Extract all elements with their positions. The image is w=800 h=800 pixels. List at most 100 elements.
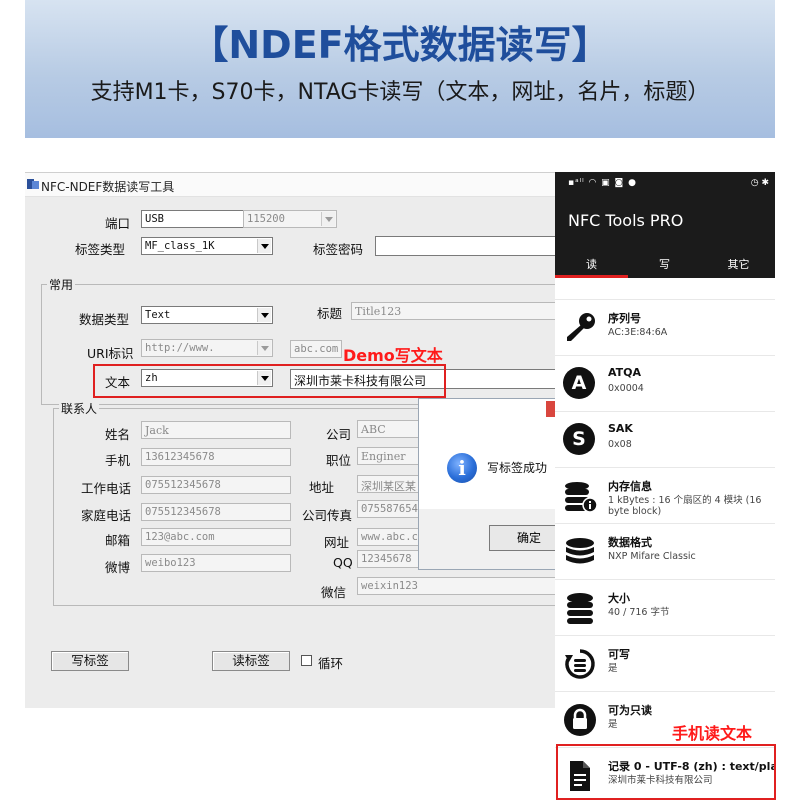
row-title: SAK (608, 422, 633, 435)
row-value: 1 kBytes : 16 个扇区的 4 模块 (16 byte block) (608, 495, 762, 517)
wechat-input[interactable]: weixin123 (357, 577, 565, 595)
data-type-label: 数据类型 (79, 312, 130, 327)
list-item-sak[interactable]: S SAK 0x08 (555, 412, 775, 468)
title-input[interactable]: Title123 (351, 302, 565, 320)
company-input[interactable]: ABC (357, 420, 419, 438)
dialog-titlebar (419, 399, 558, 421)
list-item-memory[interactable]: 内存信息 1 kBytes : 16 个扇区的 4 模块 (16 byte bl… (555, 468, 775, 524)
mobile-input[interactable]: 13612345678 (141, 448, 291, 466)
tag-type-select-value: MF_class_1K (145, 240, 215, 252)
database-icon (566, 538, 594, 564)
write-success-dialog: i 写标签成功 确定 (418, 398, 569, 570)
app-icon (27, 179, 39, 189)
port-select[interactable]: USB (141, 210, 259, 228)
company-fax-input[interactable]: 0755876543 (357, 500, 419, 518)
baud-select[interactable]: 115200 (243, 210, 337, 228)
list-item-data-format[interactable]: 数据格式 NXP Mifare Classic (555, 524, 775, 580)
website-input[interactable]: www.abc.co (357, 528, 419, 546)
data-type-select-value: Text (145, 309, 171, 321)
list-item-serial[interactable]: 序列号 AC:3E:84:6A (555, 300, 775, 356)
uri-input[interactable]: abc.com (290, 340, 342, 358)
banner-subtitle: 支持M1卡，S70卡，NTAG卡读写（文本，网址，名片，标题） (90, 80, 710, 105)
window-title: NFC-NDEF数据读写工具 (41, 180, 175, 194)
dialog-message: 写标签成功 (487, 461, 548, 475)
list-item-partial (555, 278, 775, 300)
home-phone-input[interactable]: 075512345678 (141, 503, 291, 521)
lock-icon (564, 704, 596, 736)
address-input[interactable]: 深圳某区某 (357, 475, 419, 493)
weibo-label: 微博 (105, 560, 131, 575)
company-fax-label: 公司传真 (302, 508, 353, 523)
row-title: 可写 (608, 648, 630, 661)
tag-type-select[interactable]: MF_class_1K (141, 237, 273, 255)
screenshot-root: 【NDEF格式数据读写】 支持M1卡，S70卡，NTAG卡读写（文本，网址，名片… (0, 0, 800, 800)
row-title: ATQA (608, 366, 642, 379)
tag-password-input[interactable] (375, 236, 565, 256)
row-value: 0x08 (608, 439, 632, 450)
row-value: 0x0004 (608, 383, 644, 394)
phone-app-bar: NFC Tools PRO (555, 196, 775, 250)
key-icon (567, 313, 595, 341)
row-value: NXP Mifare Classic (608, 551, 696, 562)
chevron-down-icon[interactable] (257, 239, 271, 253)
status-icons-right: ◷ ✱ (750, 178, 769, 188)
website-label: 网址 (324, 535, 350, 550)
chevron-down-icon[interactable] (321, 212, 335, 226)
work-phone-label: 工作电话 (81, 481, 132, 496)
title-label: 标题 (317, 306, 343, 321)
chevron-down-icon[interactable] (257, 341, 271, 355)
row-title: 序列号 (608, 312, 641, 325)
write-tag-button[interactable]: 写标签 (51, 651, 129, 671)
banner: 【NDEF格式数据读写】 支持M1卡，S70卡，NTAG卡读写（文本，网址，名片… (25, 0, 775, 138)
list-item-size[interactable]: 大小 40 / 716 字节 (555, 580, 775, 636)
phone-record-highlight-box (556, 744, 776, 800)
info-icon: i (447, 453, 477, 483)
list-item-atqa[interactable]: A ATQA 0x0004 (555, 356, 775, 412)
address-label: 地址 (309, 480, 335, 495)
qq-label: QQ (333, 555, 353, 570)
email-label: 邮箱 (105, 533, 131, 548)
tab-write[interactable]: 写 (628, 256, 701, 272)
data-type-select[interactable]: Text (141, 306, 273, 324)
tag-type-label: 标签类型 (75, 242, 126, 257)
loop-label: 循环 (318, 656, 344, 671)
common-group-caption: 常用 (47, 276, 76, 293)
row-title: 内存信息 (608, 480, 652, 493)
email-input[interactable]: 123@abc.com (141, 528, 291, 546)
uri-prefix-select[interactable]: http://www. (141, 339, 273, 357)
database-info-icon (565, 482, 597, 513)
row-title: 可为只读 (608, 704, 652, 717)
phone-read-annotation: 手机读文本 (672, 724, 753, 743)
tab-read[interactable]: 读 (555, 256, 628, 272)
baud-select-value: 115200 (247, 213, 285, 225)
weibo-input[interactable]: weibo123 (141, 554, 291, 572)
qq-input[interactable]: 12345678 (357, 550, 419, 568)
row-title: 数据格式 (608, 536, 652, 549)
status-icons-left: ▪ᵃˡˡ ◠ ▣ ◙ ● (568, 178, 637, 188)
position-input[interactable]: Enginer (357, 447, 419, 465)
port-select-value: USB (145, 213, 164, 225)
banner-title: 【NDEF格式数据读写】 (190, 23, 610, 67)
app-title: NFC Tools PRO (568, 211, 684, 230)
phone-tabs: 读 写 其它 (555, 250, 775, 278)
list-item-writable[interactable]: 可写 是 (555, 636, 775, 692)
phone-screen: ▪ᵃˡˡ ◠ ▣ ◙ ● ◷ ✱ NFC Tools PRO 读 写 其它 序列… (555, 172, 775, 800)
contact-group-caption: 联系人 (59, 400, 100, 417)
work-phone-input[interactable]: 075512345678 (141, 476, 291, 494)
demo-highlight-box (93, 364, 446, 398)
uri-label: URI标识 (87, 346, 134, 361)
dialog-footer: 确定 (419, 509, 569, 569)
loop-checkbox[interactable] (301, 655, 312, 666)
company-label: 公司 (326, 427, 352, 442)
row-title: 大小 (608, 592, 630, 605)
tag-password-label: 标签密码 (313, 242, 364, 257)
name-input[interactable]: Jack (141, 421, 291, 439)
row-value: 40 / 716 字节 (608, 607, 670, 618)
position-label: 职位 (326, 453, 352, 468)
wechat-label: 微信 (321, 585, 347, 600)
port-label: 端口 (105, 216, 131, 231)
window-titlebar: NFC-NDEF数据读写工具 (25, 173, 565, 197)
chevron-down-icon[interactable] (257, 308, 271, 322)
tab-other[interactable]: 其它 (702, 256, 775, 272)
read-tag-button[interactable]: 读标签 (212, 651, 290, 671)
